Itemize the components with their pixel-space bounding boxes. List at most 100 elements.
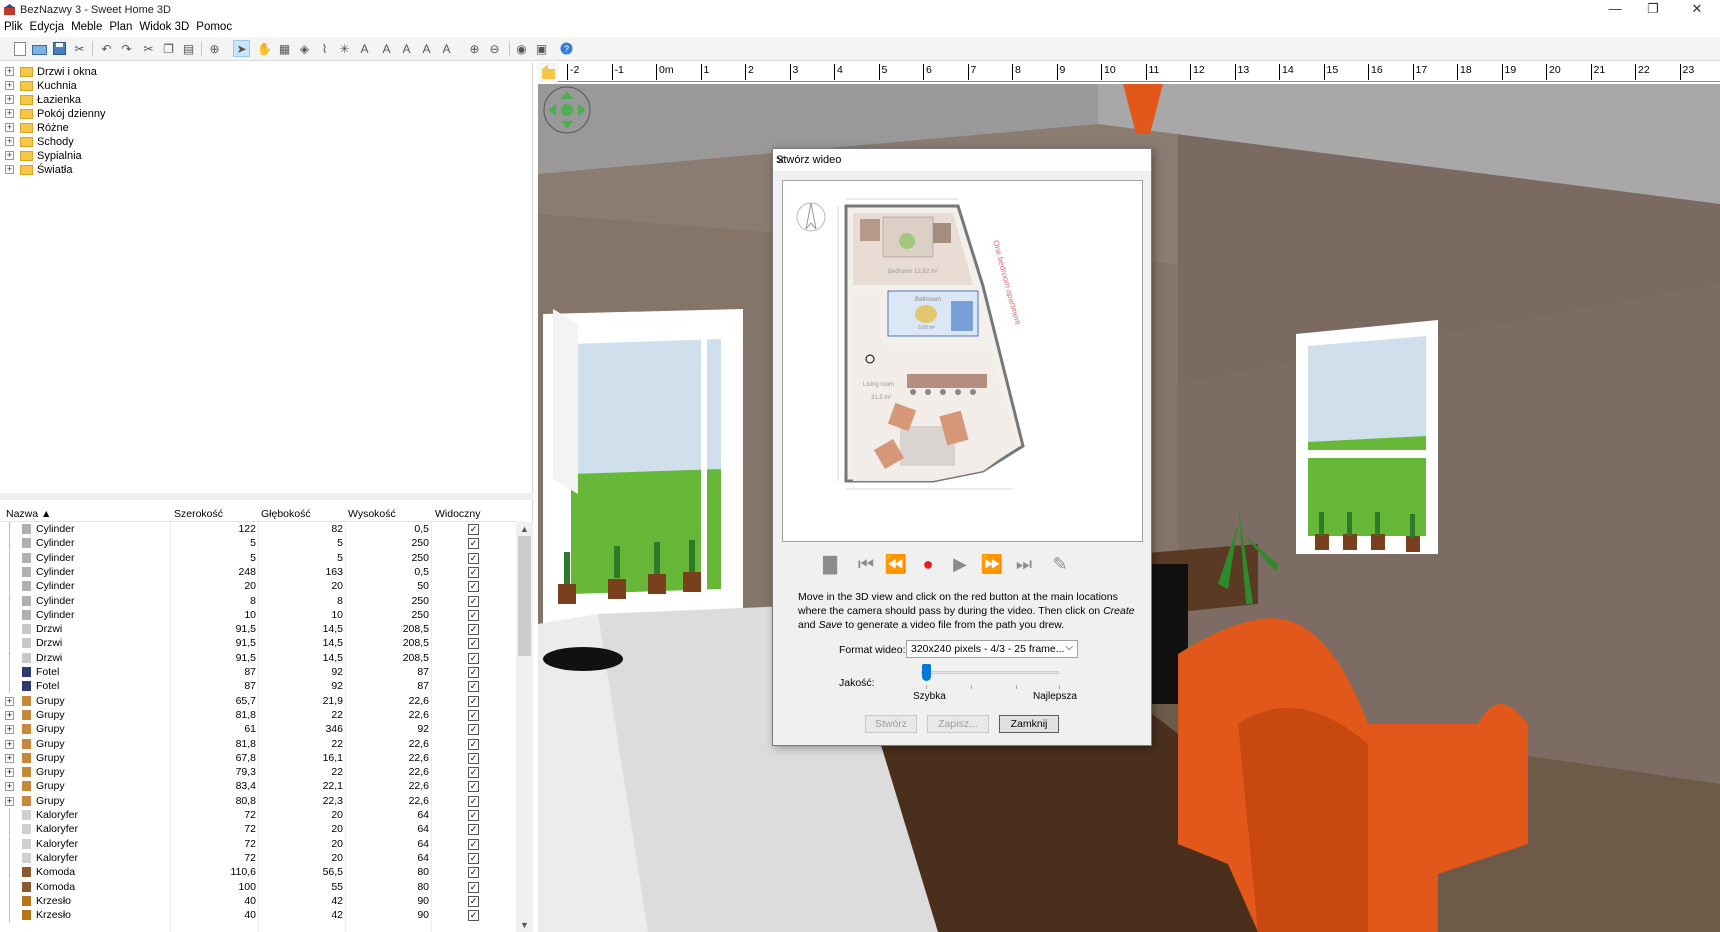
visible-checkbox[interactable]: ✓ [468, 910, 479, 922]
visible-checkbox[interactable]: ✓ [468, 724, 479, 736]
catalog-category[interactable]: + Łazienka [0, 93, 500, 107]
visible-checkbox[interactable]: ✓ [468, 595, 479, 607]
pan-mode-icon[interactable]: ✋ [256, 40, 273, 57]
delete-path-icon[interactable]: ▇ [817, 552, 843, 576]
visible-checkbox[interactable]: ✓ [468, 852, 479, 864]
menu-furniture[interactable]: Meble [67, 20, 105, 33]
menu-help[interactable]: Pomoc [192, 20, 235, 33]
go-last-icon[interactable]: ⏭ [1011, 552, 1037, 576]
visible-checkbox[interactable]: ✓ [468, 752, 479, 764]
dialog-close-icon[interactable]: ✕ [776, 154, 1145, 167]
expand-icon[interactable]: + [5, 109, 14, 118]
visible-checkbox[interactable]: ✓ [468, 767, 479, 779]
go-first-icon[interactable]: ⏮ [853, 552, 879, 576]
visible-checkbox[interactable]: ✓ [468, 538, 479, 550]
catalog-category[interactable]: + Drzwi i okna [0, 65, 500, 79]
zoom-out-icon[interactable]: ⊖ [486, 40, 503, 57]
visible-checkbox[interactable]: ✓ [468, 795, 479, 807]
copy-icon[interactable]: ❐ [160, 40, 177, 57]
select-mode-icon[interactable]: ➤ [233, 40, 250, 57]
visible-checkbox[interactable]: ✓ [468, 867, 479, 879]
expand-icon[interactable]: + [5, 67, 14, 76]
visible-checkbox[interactable]: ✓ [468, 838, 479, 850]
visible-checkbox[interactable]: ✓ [468, 810, 479, 821]
fast-forward-icon[interactable]: ⏩ [979, 552, 1005, 576]
quality-slider-thumb[interactable] [922, 664, 931, 681]
visible-checkbox[interactable]: ✓ [468, 552, 479, 564]
catalog-category[interactable]: + Kuchnia [0, 79, 500, 93]
expand-icon[interactable]: + [5, 95, 14, 104]
new-file-icon[interactable] [11, 40, 28, 57]
expand-icon[interactable]: + [5, 151, 14, 160]
menu-file[interactable]: Plik [0, 20, 26, 33]
create-dimensions-icon[interactable]: ✳ [336, 40, 353, 57]
visible-checkbox[interactable]: ✓ [468, 624, 479, 636]
create-polylines-icon[interactable]: ⌇ [316, 40, 333, 57]
scrollbar-thumb[interactable] [518, 536, 531, 656]
expand-icon[interactable]: + [5, 739, 14, 749]
catalog-category[interactable]: + Różne [0, 121, 500, 135]
create-video-icon[interactable]: ▣ [533, 40, 550, 57]
menu-plan[interactable]: Plan [105, 20, 135, 33]
visible-checkbox[interactable]: ✓ [468, 895, 479, 907]
expand-icon[interactable]: + [5, 165, 14, 174]
visible-checkbox[interactable]: ✓ [468, 695, 479, 707]
clear-path-icon[interactable]: ✎ [1047, 552, 1073, 576]
visible-checkbox[interactable]: ✓ [468, 652, 479, 664]
navigation-arrows-icon[interactable] [542, 85, 592, 135]
maximize-button[interactable]: ❐ [1630, 0, 1676, 20]
expand-icon[interactable]: + [5, 696, 14, 706]
close-window-button[interactable]: ✕ [1674, 0, 1720, 20]
increase-text-icon[interactable]: A [378, 40, 395, 57]
menu-3d-view[interactable]: Widok 3D [135, 20, 192, 33]
decrease-text-icon[interactable]: A [398, 40, 415, 57]
catalog-category[interactable]: + Światła [0, 163, 500, 177]
bold-text-icon[interactable]: A [418, 40, 435, 57]
create-walls-icon[interactable]: ▦ [276, 40, 293, 57]
help-icon[interactable]: ? [558, 40, 575, 57]
record-point-icon[interactable]: ● [915, 552, 941, 576]
col-width-header[interactable]: Szerokość [174, 508, 223, 520]
redo-icon[interactable]: ↷ [118, 40, 135, 57]
visible-checkbox[interactable]: ✓ [468, 609, 479, 621]
expand-icon[interactable]: + [5, 796, 14, 806]
play-icon[interactable]: ▶ [947, 552, 973, 576]
visible-checkbox[interactable]: ✓ [468, 709, 479, 721]
save-icon[interactable] [51, 40, 68, 57]
italic-text-icon[interactable]: A [438, 40, 455, 57]
expand-icon[interactable]: + [5, 123, 14, 132]
col-depth-header[interactable]: Głębokość [261, 508, 311, 520]
expand-icon[interactable]: + [5, 137, 14, 146]
expand-icon[interactable]: + [5, 753, 14, 763]
visible-checkbox[interactable]: ✓ [468, 781, 479, 793]
visible-checkbox[interactable]: ✓ [468, 681, 479, 693]
catalog-category[interactable]: + Sypialnia [0, 149, 500, 163]
zoom-in-icon[interactable]: ⊕ [466, 40, 483, 57]
add-furniture-icon[interactable]: ⊕ [206, 40, 223, 57]
col-height-header[interactable]: Wysokość [348, 508, 396, 520]
add-text-icon[interactable]: A [356, 40, 373, 57]
video-format-select[interactable]: 320x240 pixels - 4/3 - 25 frame... ⌵ [906, 640, 1078, 658]
expand-icon[interactable]: + [5, 81, 14, 90]
menu-edit[interactable]: Edycja [26, 20, 68, 33]
catalog-category[interactable]: + Schody [0, 135, 500, 149]
visible-checkbox[interactable]: ✓ [468, 667, 479, 678]
col-visible-header[interactable]: Widoczny [435, 508, 481, 520]
save-button[interactable]: Zapisz... [927, 715, 989, 733]
expand-icon[interactable]: + [5, 782, 14, 792]
rewind-icon[interactable]: ⏪ [883, 552, 909, 576]
scroll-up-icon[interactable]: ▲ [520, 524, 529, 534]
expand-icon[interactable]: + [5, 768, 14, 778]
undo-icon[interactable]: ↶ [98, 40, 115, 57]
create-button[interactable]: Stwórz [865, 715, 917, 733]
expand-icon[interactable]: + [5, 710, 14, 720]
cut-icon[interactable]: ✂ [140, 40, 157, 57]
visible-checkbox[interactable]: ✓ [468, 566, 479, 578]
visible-checkbox[interactable]: ✓ [468, 581, 479, 593]
open-file-icon[interactable] [31, 40, 48, 57]
scroll-down-icon[interactable]: ▼ [520, 920, 529, 930]
create-rooms-icon[interactable]: ◈ [296, 40, 313, 57]
create-photo-icon[interactable]: ◉ [513, 40, 530, 57]
quality-slider-track[interactable] [921, 671, 1059, 674]
catalog-category[interactable]: + Pokój dzienny [0, 107, 500, 121]
